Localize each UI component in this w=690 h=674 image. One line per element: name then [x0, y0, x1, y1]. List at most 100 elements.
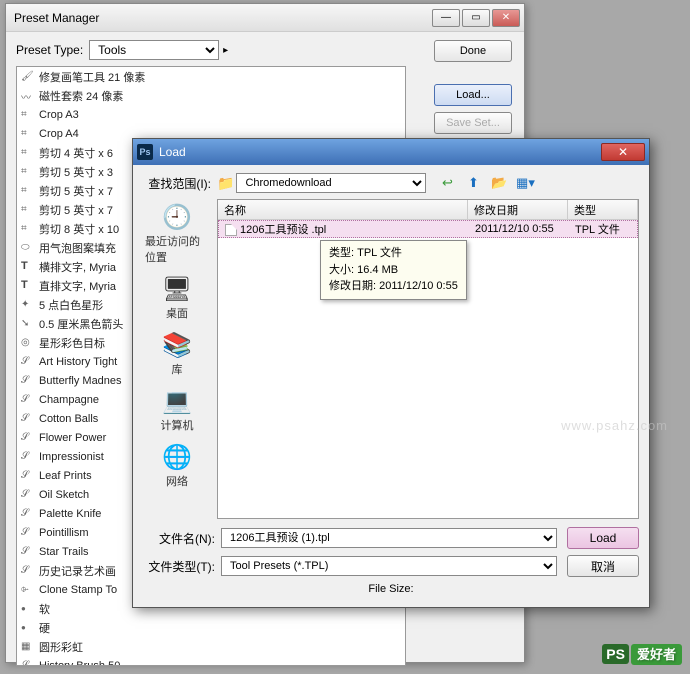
preset-item-label: 0.5 厘米黑色箭头 — [39, 316, 123, 332]
crop-icon — [21, 184, 35, 198]
load-close-button[interactable]: ✕ — [601, 143, 645, 161]
load-titlebar[interactable]: Ps Load ✕ — [133, 139, 649, 165]
preset-item-label: 横排文字, Myria — [39, 259, 116, 275]
preset-item-label: 剪切 5 英寸 x 7 — [39, 202, 113, 218]
preset-item-label: History Brush 50 — [39, 660, 120, 667]
save-set-button[interactable]: Save Set... — [434, 112, 512, 134]
newfolder-icon[interactable]: 📂 — [488, 173, 510, 193]
star-icon — [21, 298, 35, 312]
dot-icon — [21, 602, 35, 616]
preset-item-label: 剪切 4 英寸 x 6 — [39, 145, 113, 161]
dot-icon — [21, 621, 35, 635]
art-icon — [21, 507, 35, 521]
preset-type-label: Preset Type: — [16, 43, 83, 57]
view-icon[interactable]: ▦▾ — [514, 173, 536, 193]
preset-item[interactable]: Crop A3 — [17, 105, 405, 124]
preset-item-label: Flower Power — [39, 432, 106, 444]
lookin-label: 查找范围(I): — [143, 175, 211, 192]
col-type[interactable]: 类型 — [568, 200, 638, 219]
lookin-select[interactable]: Chromedownload — [236, 173, 426, 193]
preset-item-label: Pointillism — [39, 527, 89, 539]
file-date: 2011/12/10 0:55 — [469, 223, 569, 235]
preset-item-label: 5 点白色星形 — [39, 297, 103, 313]
stamp-icon — [21, 583, 35, 597]
preset-item[interactable]: 硬 — [17, 618, 405, 637]
col-date[interactable]: 修改日期 — [468, 200, 568, 219]
filename-input[interactable]: 1206工具预设 (1).tpl — [221, 528, 557, 548]
preset-item-label: Crop A4 — [39, 128, 79, 140]
filetype-select[interactable]: Tool Presets (*.TPL) — [221, 556, 557, 576]
preset-item-label: Oil Sketch — [39, 489, 89, 501]
dialog-load-button[interactable]: Load — [567, 527, 639, 549]
done-button[interactable]: Done — [434, 40, 512, 62]
crop-icon — [21, 146, 35, 160]
preset-item-label: Star Trails — [39, 546, 89, 558]
folder-icon: 📁 — [217, 175, 234, 192]
place-desktop[interactable]: 🖥桌面 — [159, 271, 195, 323]
art-icon — [21, 393, 35, 407]
crop-icon — [21, 127, 35, 141]
col-name[interactable]: 名称 — [218, 200, 468, 219]
art-icon — [21, 659, 35, 667]
art-icon — [21, 545, 35, 559]
preset-item-label: 软 — [39, 601, 50, 617]
arrow-icon — [21, 317, 35, 331]
close-button[interactable]: ✕ — [492, 9, 520, 27]
preset-type-select[interactable]: Tools — [89, 40, 219, 60]
preset-item-label: Champagne — [39, 394, 99, 406]
preset-item[interactable]: History Brush 50 — [17, 656, 405, 666]
up-icon[interactable]: ⬆ — [462, 173, 484, 193]
place-network[interactable]: 🌐网络 — [159, 439, 195, 491]
filetype-label: 文件类型(T): — [143, 558, 215, 575]
place-library[interactable]: 📚库 — [159, 327, 195, 379]
minimize-button[interactable]: — — [432, 9, 460, 27]
file-tooltip: 类型: TPL 文件 大小: 16.4 MB 修改日期: 2011/12/10 … — [320, 240, 467, 300]
preset-item-label: Cotton Balls — [39, 413, 98, 425]
text-icon — [21, 279, 35, 293]
art-icon — [21, 355, 35, 369]
load-button[interactable]: Load... — [434, 84, 512, 106]
preset-item-label: Butterfly Madnes — [39, 375, 122, 387]
pm-titlebar[interactable]: Preset Manager — ▭ ✕ — [6, 4, 524, 32]
back-icon[interactable]: ↩ — [436, 173, 458, 193]
watermark-brand: PS爱好者 — [602, 644, 682, 664]
load-dialog: Ps Load ✕ 查找范围(I): 📁 Chromedownload ↩ ⬆ … — [132, 138, 650, 608]
art-icon — [21, 431, 35, 445]
preset-item-label: 圆形彩虹 — [39, 639, 83, 655]
preset-item-label: 直排文字, Myria — [39, 278, 116, 294]
art-icon — [21, 488, 35, 502]
preset-item[interactable]: 圆形彩虹 — [17, 637, 405, 656]
crop-icon — [21, 203, 35, 217]
place-computer[interactable]: 💻计算机 — [159, 383, 196, 435]
dialog-cancel-button[interactable]: 取消 — [567, 555, 639, 577]
crop-icon — [21, 108, 35, 122]
maximize-button[interactable]: ▭ — [462, 9, 490, 27]
load-title: Load — [159, 145, 601, 159]
places-bar: 🕘最近访问的位置 🖥桌面 📚库 💻计算机 🌐网络 — [143, 199, 211, 519]
file-list-area[interactable]: 名称 修改日期 类型 1206工具预设 .tpl 2011/12/10 0:55… — [217, 199, 639, 519]
pm-title: Preset Manager — [10, 11, 430, 25]
lasso-icon — [21, 89, 35, 103]
target-icon — [21, 336, 35, 350]
preset-item-label: Crop A3 — [39, 109, 79, 121]
file-type: TPL 文件 — [569, 221, 626, 237]
preset-item-label: Clone Stamp To — [39, 584, 117, 596]
crop-icon — [21, 165, 35, 179]
preset-item[interactable]: 修复画笔工具 21 像素 — [17, 67, 405, 86]
place-recent[interactable]: 🕘最近访问的位置 — [143, 199, 211, 267]
dropdown-arrow-icon[interactable]: ▸ — [223, 45, 228, 56]
preset-item-label: 磁性套索 24 像素 — [39, 88, 123, 104]
preset-item-label: Palette Knife — [39, 508, 101, 520]
text-icon — [21, 260, 35, 274]
file-row-selected[interactable]: 1206工具预设 .tpl 2011/12/10 0:55 TPL 文件 — [218, 220, 638, 238]
preset-item-label: Art History Tight — [39, 356, 117, 368]
preset-item-label: 修复画笔工具 21 像素 — [39, 69, 145, 85]
crop-icon — [21, 222, 35, 236]
file-icon — [225, 224, 237, 236]
watermark-url: www.psahz.com — [561, 418, 668, 433]
preset-item-label: 剪切 8 英寸 x 10 — [39, 221, 119, 237]
art-icon — [21, 412, 35, 426]
preset-item-label: 剪切 5 英寸 x 3 — [39, 164, 113, 180]
preset-item-label: 用气泡图案填充 — [39, 240, 116, 256]
preset-item[interactable]: 磁性套索 24 像素 — [17, 86, 405, 105]
